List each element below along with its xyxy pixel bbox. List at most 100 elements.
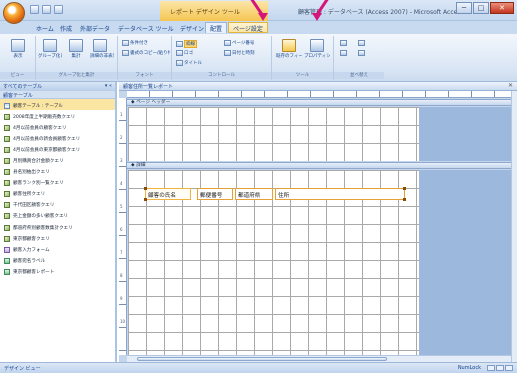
- hide-details-label: 詳細の非表示: [90, 54, 114, 59]
- nav-item-list: 顧客テーブル : テーブル 2008年度上半期販売数クエリ 4月以前会員の顧客クエリ…: [0, 99, 115, 277]
- add-fields-button[interactable]: 既存のフィールドの追加: [276, 39, 302, 59]
- quick-access-toolbar: [30, 5, 63, 14]
- page-number-button[interactable]: ページ番号: [224, 40, 254, 46]
- vertical-scrollbar[interactable]: [511, 91, 517, 362]
- ruler-mark: 7: [120, 250, 123, 255]
- tab-home[interactable]: ホーム: [36, 23, 54, 34]
- nav-item-label: 千代田区顧客クエリ: [13, 203, 55, 209]
- nav-item[interactable]: 東京都顧客クエリ: [0, 232, 115, 243]
- title-button[interactable]: タイトル: [176, 60, 202, 66]
- nav-item[interactable]: 東京都顧客レポート: [0, 265, 115, 276]
- nav-item[interactable]: 顧客宛名ラベル: [0, 254, 115, 265]
- group-font: 条件付き 書式のコピー/貼り付け フォント: [118, 36, 172, 80]
- group-sort-icon: [43, 39, 57, 52]
- format-painter-button[interactable]: 書式のコピー/貼り付け: [122, 50, 170, 56]
- hide-details-button[interactable]: 詳細の非表示: [90, 39, 114, 59]
- group-grouping: グループ化と並べ替え 集計 詳細の非表示 グループ化と集計: [36, 36, 118, 80]
- hide-details-icon: [93, 39, 107, 52]
- office-button[interactable]: [3, 2, 25, 24]
- nav-item-label: 都道府県別顧客数集計クエリ: [13, 225, 73, 231]
- nav-item[interactable]: 顧客住所クエリ: [0, 188, 115, 199]
- selection-handle[interactable]: [403, 198, 406, 201]
- nav-item[interactable]: 都道府県別顧客数集計クエリ: [0, 221, 115, 232]
- date-time-label: 日付と時刻: [232, 51, 255, 56]
- view-button[interactable]: 表示: [8, 39, 28, 59]
- tab-database-tools[interactable]: データベース ツール: [118, 23, 174, 34]
- selection-handle[interactable]: [144, 198, 147, 201]
- query-icon: [4, 169, 10, 176]
- nav-item[interactable]: 4月以前会員の顧客クエリ: [0, 121, 115, 132]
- property-sheet-icon: [310, 39, 324, 52]
- nav-pane-collapse-icon[interactable]: ▾ «: [105, 83, 112, 89]
- document-tab[interactable]: 顧客住所一覧レポート ✕: [119, 82, 517, 91]
- totals-button[interactable]: 集計: [66, 39, 86, 59]
- nav-item[interactable]: 县名別抽出クエリ: [0, 166, 115, 177]
- nav-item[interactable]: 4月以前会員の東京都顧客クエリ: [0, 143, 115, 154]
- design-view-icon[interactable]: [505, 365, 513, 371]
- clear-sort-icon: [358, 50, 365, 56]
- report-design-window: 顧客住所一覧レポート ✕ 1 2 3 4 5 6 7 8 9 10 ◆ ページ ヘッダー ◆ 詳細…: [119, 82, 517, 362]
- page-header-margin-area: [419, 107, 511, 161]
- tab-create[interactable]: 作成: [60, 23, 72, 34]
- horizontal-scroll-thumb[interactable]: [137, 357, 387, 361]
- sort-asc-button[interactable]: [340, 40, 347, 46]
- nav-item[interactable]: 顧客入力フォーム: [0, 243, 115, 254]
- detail-section-bar[interactable]: ◆ 詳細: [127, 162, 511, 169]
- horizontal-scrollbar[interactable]: [127, 355, 511, 362]
- conditional-button[interactable]: 条件付き: [122, 40, 148, 46]
- field-address[interactable]: 住所: [275, 188, 405, 200]
- nav-item[interactable]: 顧客テーブル : テーブル: [0, 99, 115, 111]
- undo-icon[interactable]: [42, 5, 51, 14]
- clear-sort-button[interactable]: [358, 50, 365, 56]
- group-sort-button[interactable]: グループ化と並べ替え: [38, 39, 62, 59]
- redo-icon[interactable]: [54, 5, 63, 14]
- group-tools: 既存のフィールドの追加 プロパティシート ツール: [272, 36, 334, 80]
- group-sort-label: グループ化と並べ替え: [38, 54, 62, 59]
- nav-group-header[interactable]: 顧客テーブル: [0, 91, 115, 99]
- page-header-grid[interactable]: [128, 107, 419, 161]
- query-icon: [4, 135, 10, 142]
- document-tab-title: 顧客住所一覧レポート: [123, 84, 174, 90]
- tab-arrange[interactable]: 配置: [205, 22, 228, 33]
- context-tab-header: レポート デザイン ツール: [160, 1, 268, 21]
- vertical-ruler: 1 2 3 4 5 6 7 8 9 10: [119, 98, 127, 355]
- ruler-mark: 8: [120, 273, 123, 278]
- nav-item-label: 売上金額の多い顧客クエリ: [13, 214, 69, 220]
- minimize-button[interactable]: ─: [456, 2, 472, 14]
- nav-pane-header[interactable]: すべてのテーブル ▾ «: [0, 82, 115, 91]
- gridlines-button[interactable]: 枠線: [176, 40, 197, 48]
- property-sheet-label: プロパティシート: [304, 54, 330, 59]
- field-prefecture[interactable]: 都道府県: [235, 188, 273, 200]
- filter-button[interactable]: [358, 40, 365, 46]
- field-customer-name[interactable]: 顧客の氏名: [145, 188, 191, 200]
- nav-item[interactable]: 顧客ランク別一覧クエリ: [0, 177, 115, 188]
- document-close-icon[interactable]: ✕: [508, 82, 513, 89]
- layout-view-icon[interactable]: [496, 365, 504, 371]
- nav-item[interactable]: 4月以前会員の新会員顧客クエリ: [0, 132, 115, 143]
- query-icon: [4, 158, 10, 165]
- nav-item[interactable]: 2008年度上半期販売数クエリ: [0, 110, 115, 121]
- field-postal-code[interactable]: 郵便番号: [197, 188, 233, 200]
- selection-handle[interactable]: [403, 187, 406, 190]
- maximize-button[interactable]: □: [473, 2, 489, 14]
- report-view-icon[interactable]: [487, 365, 495, 371]
- property-sheet-button[interactable]: プロパティシート: [304, 39, 330, 59]
- tab-external-data[interactable]: 外部データ: [80, 23, 110, 34]
- close-button[interactable]: ✕: [490, 2, 514, 14]
- group-controls: 枠線 ロゴ タイトル ページ番号 日付と時刻 コントロール: [172, 36, 272, 80]
- tab-design[interactable]: デザイン: [180, 23, 204, 34]
- logo-button[interactable]: ロゴ: [176, 50, 193, 56]
- gridlines-icon: [176, 41, 183, 47]
- status-bar: デザイン ビュー NumLock: [0, 362, 517, 373]
- nav-item[interactable]: 売上金額の多い顧客クエリ: [0, 210, 115, 221]
- sort-desc-button[interactable]: [340, 50, 347, 56]
- nav-item[interactable]: 千代田区顧客クエリ: [0, 199, 115, 210]
- nav-item[interactable]: 月別購買合計金額クエリ: [0, 154, 115, 165]
- save-icon[interactable]: [30, 5, 39, 14]
- selection-handle[interactable]: [144, 187, 147, 190]
- date-time-button[interactable]: 日付と時刻: [224, 50, 255, 56]
- nav-item-label: 2008年度上半期販売数クエリ: [13, 114, 76, 120]
- group-views: 表示 ビュー: [0, 36, 36, 80]
- tab-page-setup[interactable]: ページ設定: [228, 22, 268, 33]
- page-header-section-bar[interactable]: ◆ ページ ヘッダー: [127, 99, 511, 106]
